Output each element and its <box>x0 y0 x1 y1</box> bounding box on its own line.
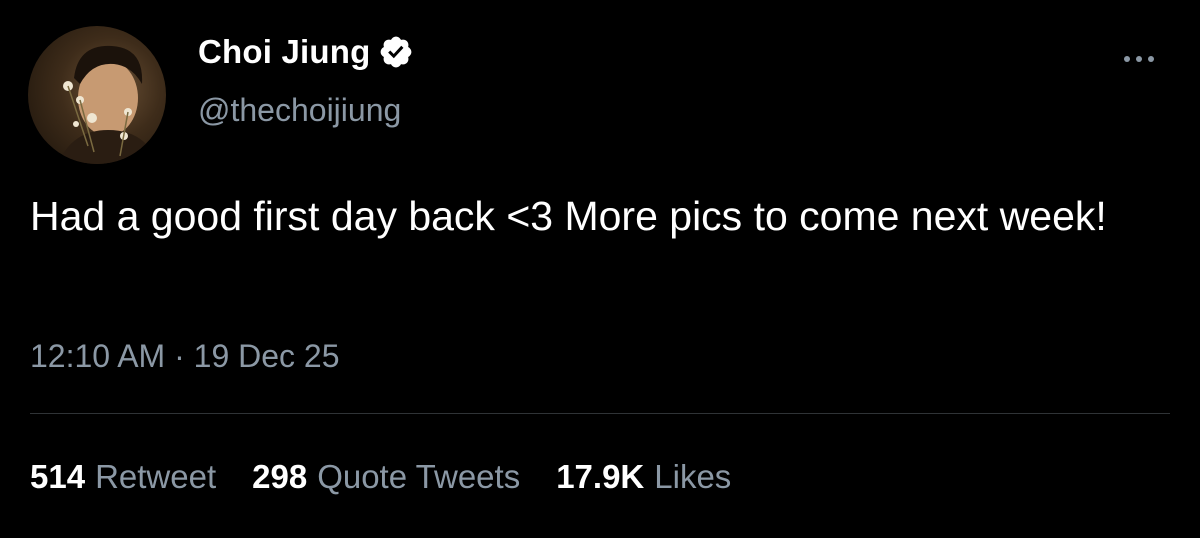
verified-badge-icon <box>381 36 412 68</box>
likes-count: 17.9K <box>556 458 645 495</box>
retweet-count: 514 <box>30 458 86 495</box>
engagement-stats: 514 Retweet 298 Quote Tweets 17.9K Likes <box>30 458 767 496</box>
user-handle[interactable]: @thechoijiung <box>198 92 401 129</box>
tweet-timestamp[interactable]: 12:10 AM · 19 Dec 25 <box>30 338 340 375</box>
avatar[interactable] <box>28 26 166 164</box>
divider <box>30 413 1170 414</box>
tweet-text: Had a good first day back <3 More pics t… <box>30 193 1107 239</box>
avatar-photo <box>58 45 158 164</box>
user-name-row[interactable]: Choi Jiung <box>198 30 414 74</box>
more-options-icon[interactable] <box>1122 52 1156 66</box>
quote-tweet-label: Quote Tweets <box>317 458 521 495</box>
likes-stat[interactable]: 17.9K Likes <box>556 458 731 496</box>
quote-tweet-stat[interactable]: 298 Quote Tweets <box>252 458 520 496</box>
retweet-label: Retweet <box>95 458 217 495</box>
display-name[interactable]: Choi Jiung <box>198 33 370 71</box>
tweet-card: Choi Jiung @thechoijiung Had a good firs… <box>0 0 1200 538</box>
retweet-stat[interactable]: 514 Retweet <box>30 458 216 496</box>
quote-tweet-count: 298 <box>252 458 308 495</box>
likes-label: Likes <box>654 458 732 495</box>
